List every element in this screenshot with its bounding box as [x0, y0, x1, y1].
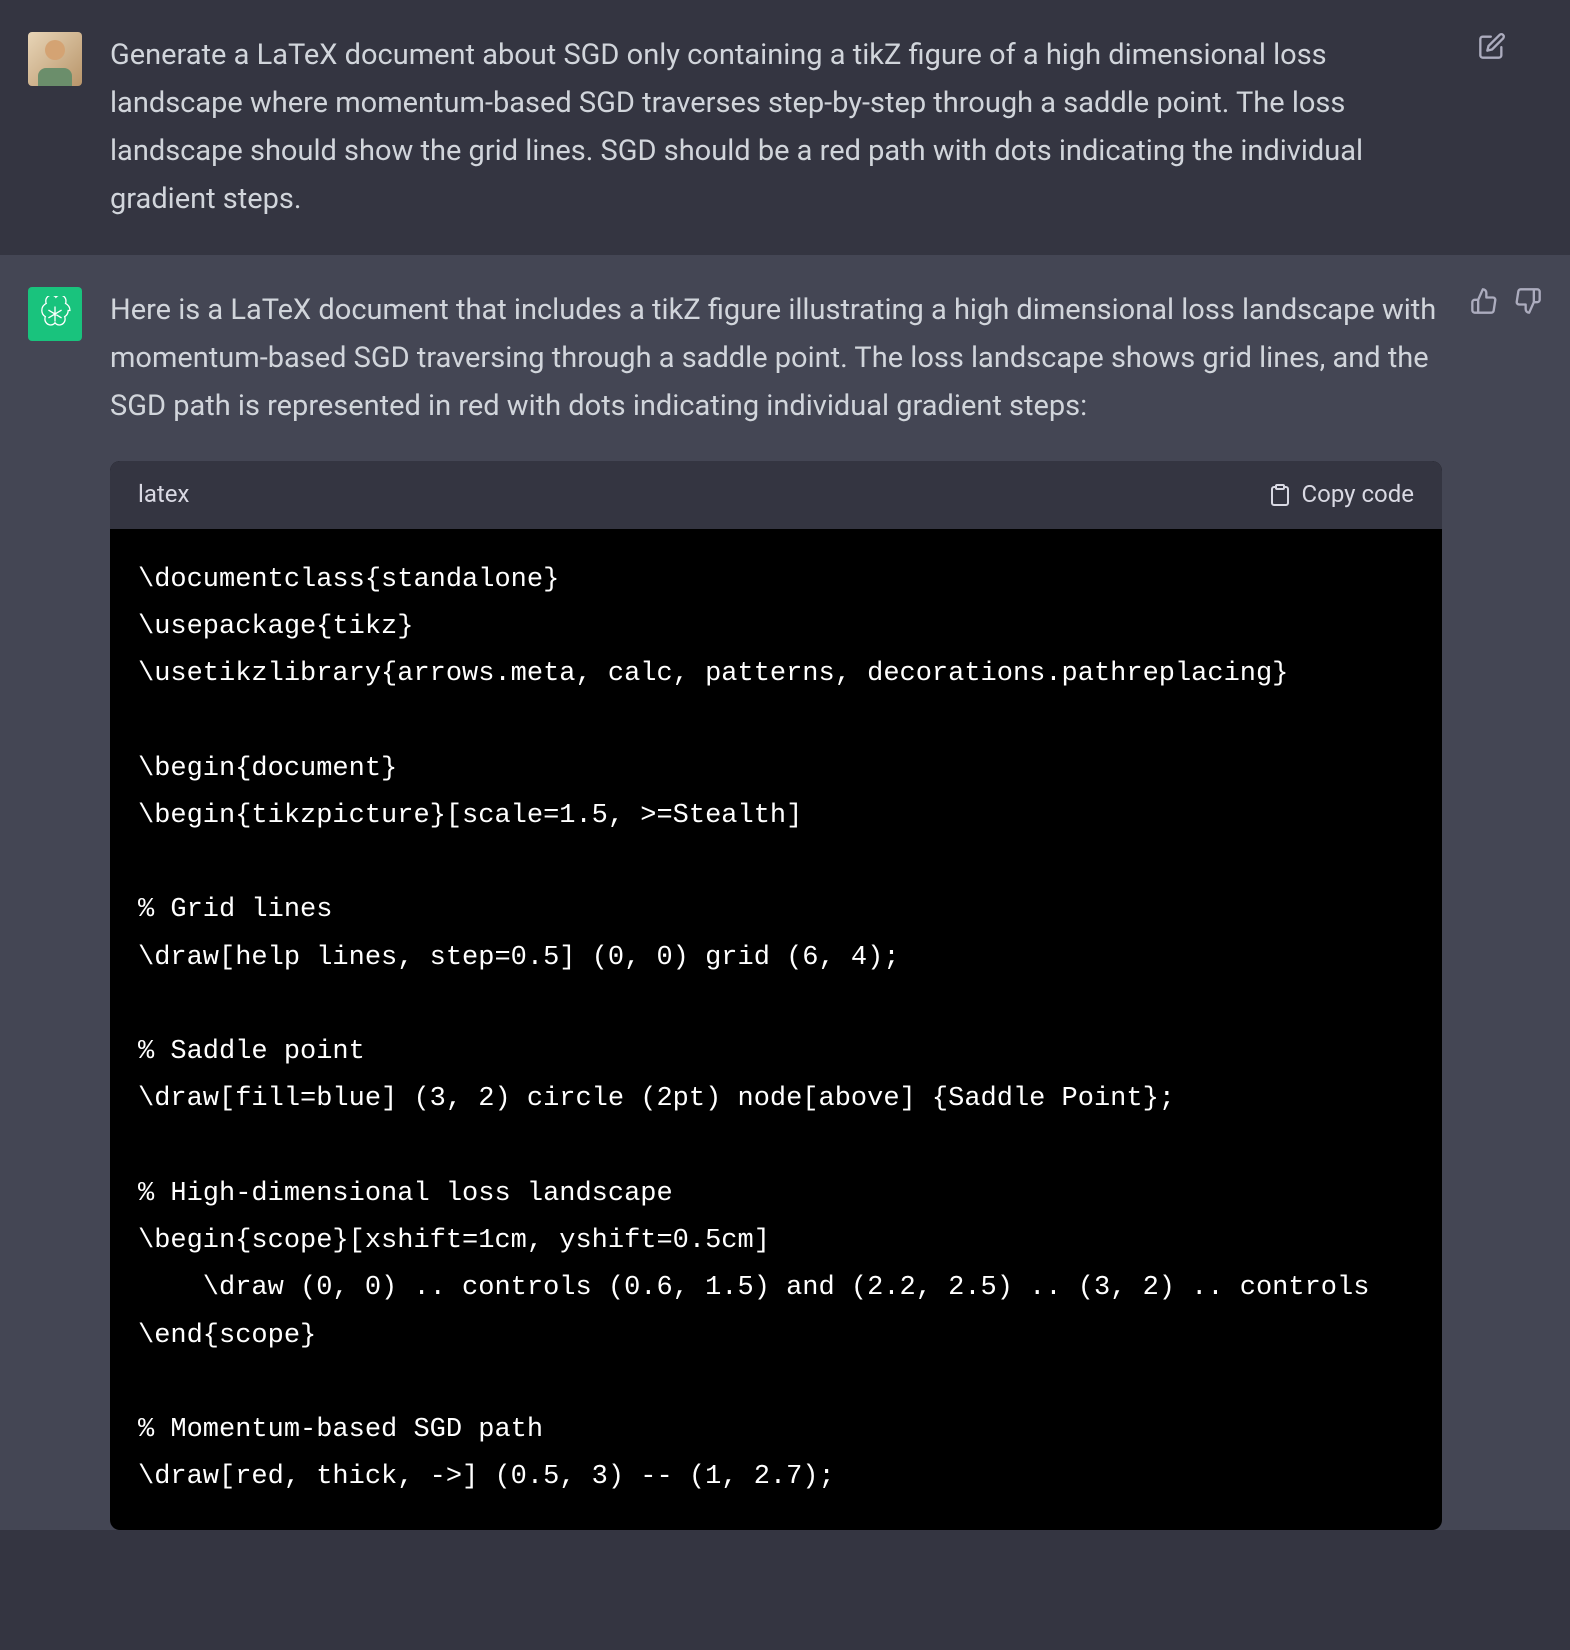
thumbs-down-icon[interactable] — [1514, 287, 1542, 315]
thumbs-up-icon[interactable] — [1470, 287, 1498, 315]
assistant-message-actions — [1470, 287, 1542, 315]
copy-code-button[interactable]: Copy code — [1268, 475, 1414, 515]
edit-icon[interactable] — [1478, 32, 1506, 60]
assistant-message-row: Here is a LaTeX document that includes a… — [0, 255, 1570, 1529]
clipboard-icon — [1268, 483, 1292, 507]
assistant-intro-text: Here is a LaTeX document that includes a… — [110, 287, 1442, 431]
user-message-actions — [1478, 32, 1506, 60]
code-body[interactable]: \documentclass{standalone} \usepackage{t… — [110, 529, 1442, 1530]
user-avatar — [28, 32, 82, 86]
code-header: latex Copy code — [110, 461, 1442, 529]
assistant-message-content: Here is a LaTeX document that includes a… — [110, 287, 1442, 1529]
code-language-label: latex — [138, 475, 189, 515]
copy-code-label: Copy code — [1302, 475, 1414, 515]
user-message-row: Generate a LaTeX document about SGD only… — [0, 0, 1570, 255]
code-block: latex Copy code \documentclass{standalon… — [110, 461, 1442, 1530]
assistant-avatar — [28, 287, 82, 341]
user-message-text: Generate a LaTeX document about SGD only… — [110, 32, 1450, 223]
